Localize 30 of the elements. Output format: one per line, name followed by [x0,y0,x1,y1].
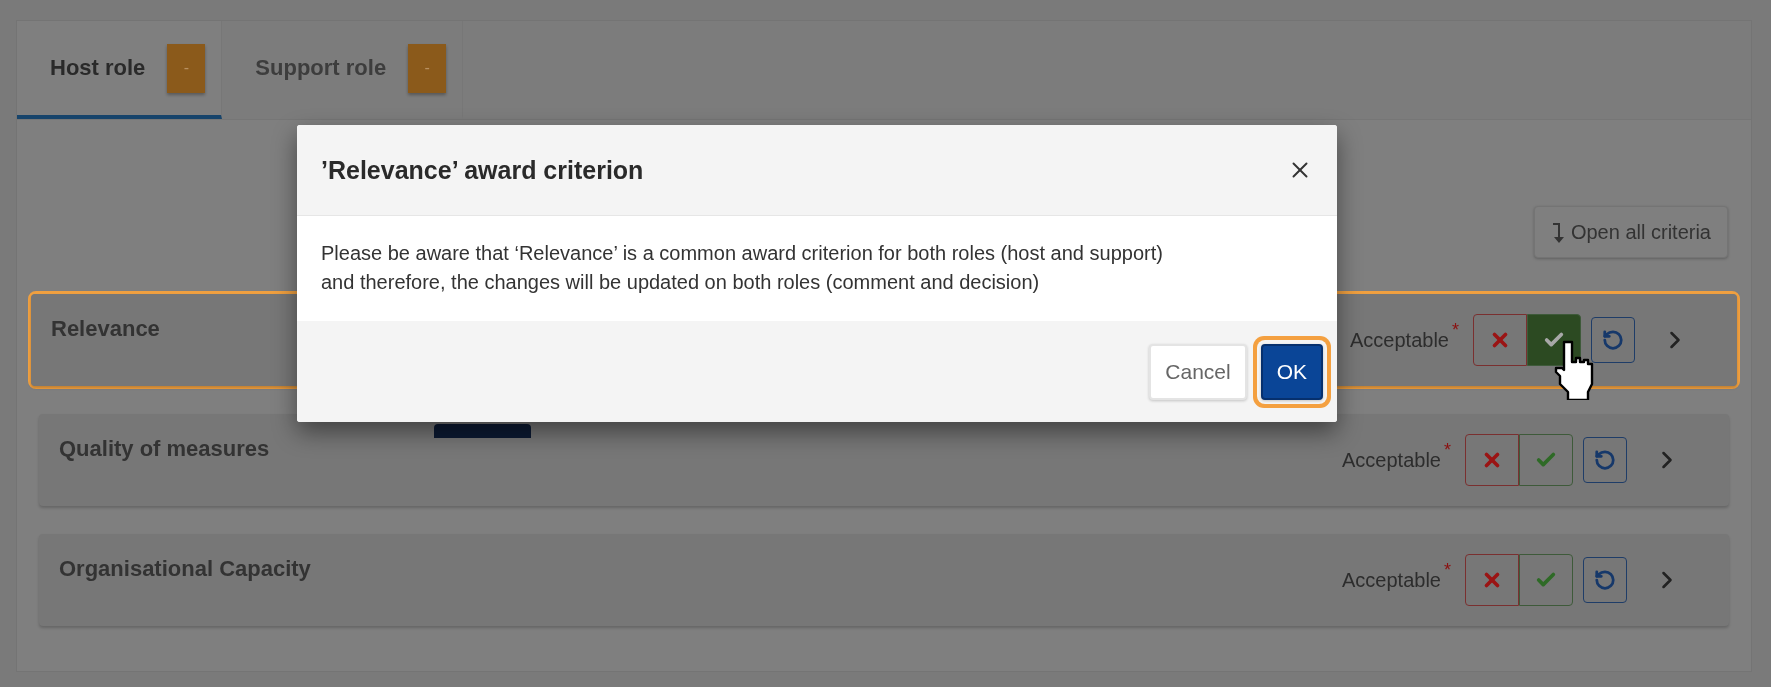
required-mark: * [1444,560,1451,581]
status-label: Acceptable [1342,568,1441,592]
tab-badge: - [408,43,447,93]
tab-label: Host role [50,55,146,81]
arrow-down-icon [1550,220,1567,244]
reset-button[interactable] [1583,437,1627,483]
status-label: Acceptable [1350,328,1449,352]
reset-button[interactable] [1591,317,1635,363]
tab-label: Support role [255,55,387,81]
criterion-title: Organisational Capacity [59,556,312,582]
criterion-title: Relevance [51,316,161,342]
open-all-criteria-button[interactable]: Open all criteria [1533,206,1728,258]
undo-icon [1594,569,1616,591]
required-mark: * [1444,440,1451,461]
role-tab[interactable]: Host role - [17,21,223,119]
criterion-title: Quality of measures [59,436,271,462]
undo-icon [1594,449,1616,471]
reset-button[interactable] [1583,557,1627,603]
status-label: Acceptable [1342,448,1441,472]
undo-icon [1602,329,1624,351]
reject-button[interactable] [1465,554,1519,606]
dialog-message: Please be aware that ‘Relevance’ is a common award criterion for both roles (host and support) and therefore, the changes will be updated on both roles (comment and decision) [321,241,1164,295]
criterion-row[interactable]: Organisational Capacity Acceptable* [39,534,1729,626]
dialog-button[interactable]: Cancel [1149,343,1247,400]
dialog-title: ’Relevance’ award criterion [321,155,644,185]
reject-button[interactable] [1465,434,1519,486]
required-mark: * [1452,320,1459,341]
role-tab[interactable]: Support role - [222,21,464,119]
tab-badge: - [167,43,206,93]
criterion-row[interactable]: Quality of measures Acceptable* [39,414,1729,506]
